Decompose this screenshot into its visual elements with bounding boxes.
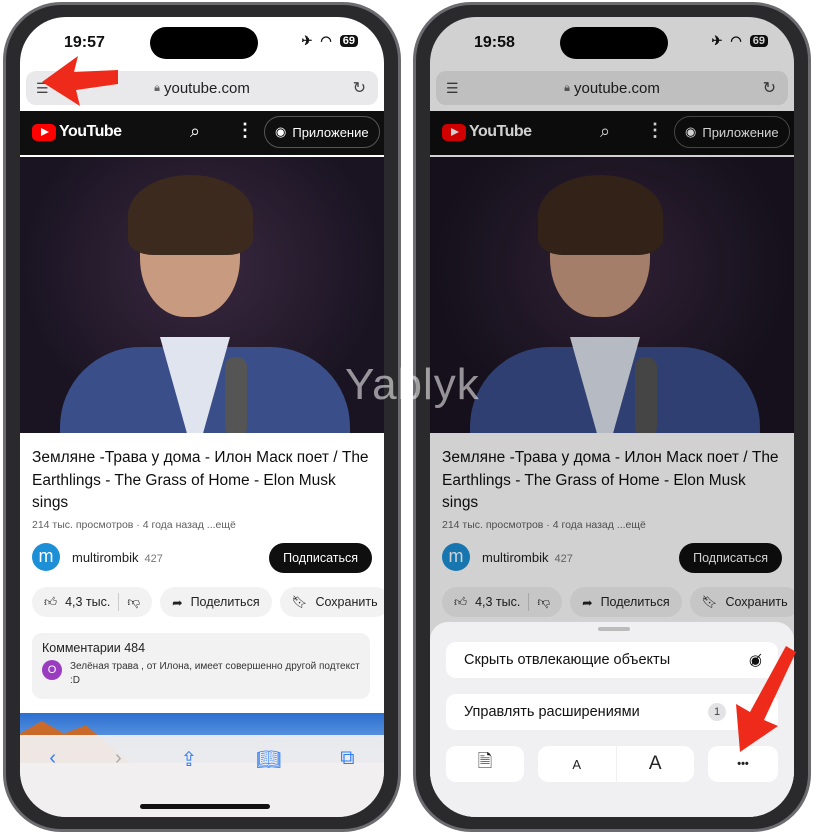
divider bbox=[118, 593, 120, 611]
video-microphone bbox=[225, 357, 247, 433]
sheet-grabber[interactable] bbox=[598, 627, 630, 631]
more-vertical-icon[interactable]: ⋮ bbox=[236, 120, 254, 141]
document-search-icon: 🗎 bbox=[477, 751, 493, 771]
open-app-button[interactable]: ◉ Приложение bbox=[264, 116, 380, 148]
search-icon[interactable]: ⌕ bbox=[190, 121, 200, 142]
channel-avatar[interactable]: m bbox=[32, 543, 60, 571]
channel-name-text: multirombik bbox=[72, 550, 139, 565]
screen: 19:57 ✈ ◠ 69 ☰ 🔒︎ youtube.com ↻ YouTube … bbox=[20, 17, 384, 817]
actions-row: 👍︎ 4,3 тыс. 👎︎ ➦ Поделиться 🔖︎ Сохранить bbox=[32, 587, 384, 617]
youtube-logo[interactable]: YouTube bbox=[32, 123, 122, 141]
video-title: Земляне -Трава у дома - Илон Маск поет /… bbox=[32, 449, 369, 511]
phone-left: 19:57 ✈ ◠ 69 ☰ 🔒︎ youtube.com ↻ YouTube … bbox=[3, 2, 401, 832]
hide-distracting-label: Скрыть отвлекающие объекты bbox=[464, 652, 671, 668]
account-icon: ◉ bbox=[275, 124, 287, 139]
thumbs-down-icon[interactable]: 👎︎ bbox=[127, 595, 140, 610]
commenter-avatar: O bbox=[42, 660, 62, 680]
lock-icon: 🔒︎ bbox=[154, 81, 160, 94]
channel-name[interactable]: multirombik 427 bbox=[72, 550, 163, 565]
bookmark-icon: 🔖︎ bbox=[291, 594, 308, 609]
arrow-shape bbox=[736, 646, 796, 752]
like-dislike-pill: 👍︎ 4,3 тыс. 👎︎ bbox=[32, 587, 153, 617]
decrease-font-button[interactable]: A bbox=[538, 746, 616, 782]
thumbs-up-icon[interactable]: 👍︎ bbox=[44, 595, 57, 610]
watermark: Yablyk bbox=[345, 360, 480, 409]
youtube-play-icon bbox=[32, 123, 56, 141]
comment-text: Зелёная трава , от Илона, имеет совершен… bbox=[70, 661, 360, 686]
logo-text: YouTube bbox=[59, 123, 122, 140]
increase-font-button[interactable]: A bbox=[616, 746, 694, 782]
video-player[interactable] bbox=[20, 157, 384, 433]
reload-icon[interactable]: ↻ bbox=[353, 78, 366, 98]
arrow-shape bbox=[42, 56, 118, 106]
annotation-arrow-left bbox=[42, 56, 118, 106]
open-app-label: Приложение bbox=[292, 124, 369, 140]
subscriber-count: 427 bbox=[144, 553, 163, 565]
airplane-icon: ✈ bbox=[301, 33, 313, 48]
comments-header: Комментарии 484 bbox=[42, 641, 146, 655]
status-icons: ✈ ◠ 69 bbox=[301, 33, 358, 49]
like-count[interactable]: 4,3 тыс. bbox=[65, 595, 110, 609]
video-figure-hair bbox=[128, 175, 253, 255]
comments-section[interactable]: Комментарии 484 O Зелёная трава , от Илон… bbox=[32, 633, 370, 699]
url-text[interactable]: youtube.com bbox=[164, 80, 250, 97]
back-icon[interactable]: ‹ bbox=[49, 747, 56, 817]
share-icon: ➦ bbox=[172, 595, 183, 610]
share-label: Поделиться bbox=[190, 595, 260, 609]
save-button[interactable]: 🔖︎ Сохранить bbox=[279, 587, 384, 617]
annotation-arrow-right bbox=[736, 646, 796, 752]
battery-icon: 69 bbox=[339, 35, 358, 47]
tabs-icon[interactable]: ⧉ bbox=[340, 747, 354, 817]
home-indicator bbox=[140, 804, 270, 809]
youtube-header: YouTube ⌕ ⋮ ◉ Приложение bbox=[20, 111, 384, 155]
reader-search-button[interactable]: 🗎 bbox=[446, 746, 524, 782]
video-meta[interactable]: 214 тыс. просмотров · 4 года назад ...ещ… bbox=[32, 519, 236, 531]
subscribe-button[interactable]: Подписаться bbox=[269, 543, 372, 573]
save-label: Сохранить bbox=[315, 595, 378, 609]
extensions-count-badge: 1 bbox=[708, 703, 726, 721]
manage-extensions-label: Управлять расширениями bbox=[464, 704, 640, 720]
wifi-icon: ◠ bbox=[320, 33, 332, 48]
dynamic-island bbox=[150, 27, 258, 59]
channel-row: m multirombik 427 Подписаться bbox=[32, 543, 372, 573]
forward-icon[interactable]: › bbox=[115, 747, 122, 817]
share-button[interactable]: ➦ Поделиться bbox=[160, 587, 272, 617]
